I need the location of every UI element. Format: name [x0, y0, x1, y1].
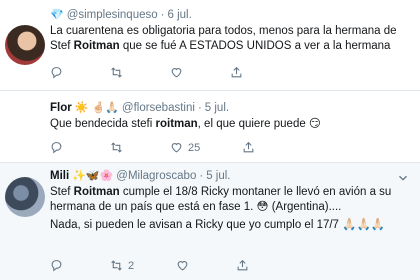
reply-icon: [51, 142, 62, 154]
share-icon: [231, 66, 242, 78]
reply-button[interactable]: [50, 141, 68, 154]
user-handle[interactable]: @Milagroscabo: [116, 170, 196, 182]
highlighted-term: Roitman: [73, 186, 120, 198]
avatar[interactable]: [5, 177, 45, 217]
tweet-text-part: , el que quiere puede 😏: [197, 118, 321, 130]
heart-icon: [171, 68, 182, 78]
user-name[interactable]: Flor: [50, 102, 72, 114]
tweet-content: Flor ☀️ 🤞🏻🙏🏻 @florsebastini · 5 jul. Que…: [50, 101, 412, 132]
tweet-header: Mili ✨🦋🌸 @Milagroscabo · 5 jul.: [50, 169, 412, 183]
separator-dot: ·: [197, 101, 202, 114]
share-button[interactable]: [230, 66, 243, 79]
share-icon: [237, 259, 248, 271]
heart-icon: [171, 143, 182, 153]
tweet-header: 💎 @simplesinqueso · 6 jul.: [50, 8, 412, 22]
like-count: 25: [188, 141, 201, 154]
highlighted-term: roitman: [155, 118, 198, 130]
retweet-icon: [111, 260, 122, 271]
user-handle[interactable]: @florsebastini: [122, 102, 195, 114]
tweet-text: La cuarentena es obligatoria para todos,…: [50, 24, 412, 54]
tweet-text-part: que se fué A ESTADOS UNIDOS a ver a la h…: [119, 40, 391, 52]
retweet-icon: [111, 142, 122, 153]
tweet-text: Stef Roitman cumple el 18/8 Ricky montan…: [50, 185, 412, 215]
reply-icon: [51, 260, 62, 272]
tweet[interactable]: Flor ☀️ 🤞🏻🙏🏻 @florsebastini · 5 jul. Que…: [0, 90, 420, 237]
reply-button[interactable]: [50, 66, 68, 79]
reply-button[interactable]: [50, 259, 68, 272]
avatar[interactable]: [5, 25, 45, 65]
tweet-actions: 2: [50, 259, 291, 272]
tweet-actions: 25: [50, 141, 297, 154]
retweet-button[interactable]: [110, 66, 128, 79]
tweet-actions: [50, 66, 285, 79]
tweet[interactable]: Mili ✨🦋🌸 @Milagroscabo · 5 jul. Stef Roi…: [0, 162, 420, 280]
diamond-icon: 💎: [50, 9, 64, 21]
separator-dot: ·: [199, 169, 204, 182]
retweet-icon: [111, 67, 122, 78]
user-name[interactable]: Mili: [50, 170, 69, 182]
tweet-content: 💎 @simplesinqueso · 6 jul. La cuarentena…: [50, 8, 412, 54]
share-button[interactable]: [236, 259, 249, 272]
tweet-text-part: Que bendecida stefi: [50, 118, 156, 130]
reply-icon: [51, 67, 62, 79]
retweet-count: 2: [128, 259, 135, 272]
tweet-text-line2: Nada, si pueden le avisan a Ricky que yo…: [50, 219, 386, 231]
name-emojis: ☀️ 🤞🏻🙏🏻: [74, 102, 119, 114]
tweet-date[interactable]: 6 jul.: [168, 9, 192, 21]
tweet-header: Flor ☀️ 🤞🏻🙏🏻 @florsebastini · 5 jul.: [50, 101, 412, 115]
tweet-date[interactable]: 5 jul.: [206, 170, 230, 182]
like-button[interactable]: [176, 259, 194, 272]
tweet[interactable]: 💎 @simplesinqueso · 6 jul. La cuarentena…: [0, 0, 420, 90]
tweet-date[interactable]: 5 jul.: [205, 102, 229, 114]
like-button[interactable]: 25: [170, 141, 200, 154]
retweet-button[interactable]: 2: [110, 259, 134, 272]
heart-icon: [177, 261, 188, 271]
retweet-button[interactable]: [110, 141, 128, 154]
tweet-text: Que bendecida stefi roitman, el que quie…: [50, 117, 412, 132]
like-button[interactable]: [170, 66, 188, 79]
user-handle[interactable]: @simplesinqueso: [67, 9, 158, 21]
highlighted-term: Roitman: [73, 40, 120, 52]
tweet-text-part: Stef: [50, 186, 74, 198]
separator-dot: ·: [160, 8, 165, 21]
share-icon: [243, 141, 254, 153]
share-button[interactable]: [242, 141, 255, 154]
tweet-content: Mili ✨🦋🌸 @Milagroscabo · 5 jul. Stef Roi…: [50, 169, 412, 233]
name-emojis: ✨🦋🌸: [72, 170, 114, 182]
